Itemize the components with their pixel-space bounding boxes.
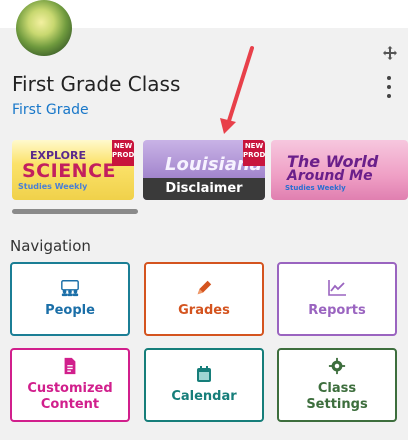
class-grade-link[interactable]: First Grade <box>12 102 89 118</box>
kebab-menu-icon[interactable] <box>382 76 396 98</box>
card-brand: Studies Weekly <box>18 182 88 191</box>
calendar-icon <box>197 366 211 382</box>
nav-tile-reports[interactable]: Reports <box>277 262 397 336</box>
document-icon <box>64 357 76 375</box>
card-title-line: SCIENCE <box>22 160 117 182</box>
class-title: First Grade Class <box>12 72 181 96</box>
carousel-scrollbar[interactable] <box>12 209 138 214</box>
card-brand: Studies Weekly <box>285 184 346 192</box>
carousel-card-louisiana[interactable]: Louisiana NEW PRODUCT Disclaimer <box>143 140 265 200</box>
nav-tile-label: Customized Content <box>27 381 113 412</box>
carousel-card-explore-science[interactable]: EXPLORE SCIENCE Studies Weekly NEW PRODU… <box>12 140 134 200</box>
nav-tile-label: People <box>45 303 95 318</box>
nav-tile-label: Calendar <box>171 389 237 404</box>
gear-icon <box>328 357 346 375</box>
pencil-icon <box>197 280 212 295</box>
move-arrows-icon[interactable] <box>382 45 398 61</box>
nav-tile-people[interactable]: People <box>10 262 130 336</box>
disclaimer-label[interactable]: Disclaimer <box>143 178 265 200</box>
new-product-badge: NEW PRODUCT <box>243 140 265 166</box>
people-icon <box>61 280 79 297</box>
new-product-badge: NEW PRODUCT <box>112 140 134 166</box>
nav-tile-class-settings[interactable]: Class Settings <box>277 348 397 422</box>
nav-tile-label: Grades <box>178 303 230 318</box>
card-title-line: Around Me <box>287 168 373 184</box>
annotation-arrow-icon <box>220 46 254 134</box>
nav-tile-grades[interactable]: Grades <box>144 262 264 336</box>
nav-tile-calendar[interactable]: Calendar <box>144 348 264 422</box>
class-avatar[interactable] <box>16 0 72 56</box>
line-chart-icon <box>328 280 346 296</box>
navigation-heading: Navigation <box>10 237 91 255</box>
curriculum-carousel: EXPLORE SCIENCE Studies Weekly NEW PRODU… <box>12 140 408 202</box>
nav-tile-label: Class Settings <box>306 381 368 412</box>
nav-tile-customized-content[interactable]: Customized Content <box>10 348 130 422</box>
carousel-card-world-around-me[interactable]: The World Around Me Studies Weekly <box>271 140 408 200</box>
nav-tile-label: Reports <box>308 303 366 318</box>
